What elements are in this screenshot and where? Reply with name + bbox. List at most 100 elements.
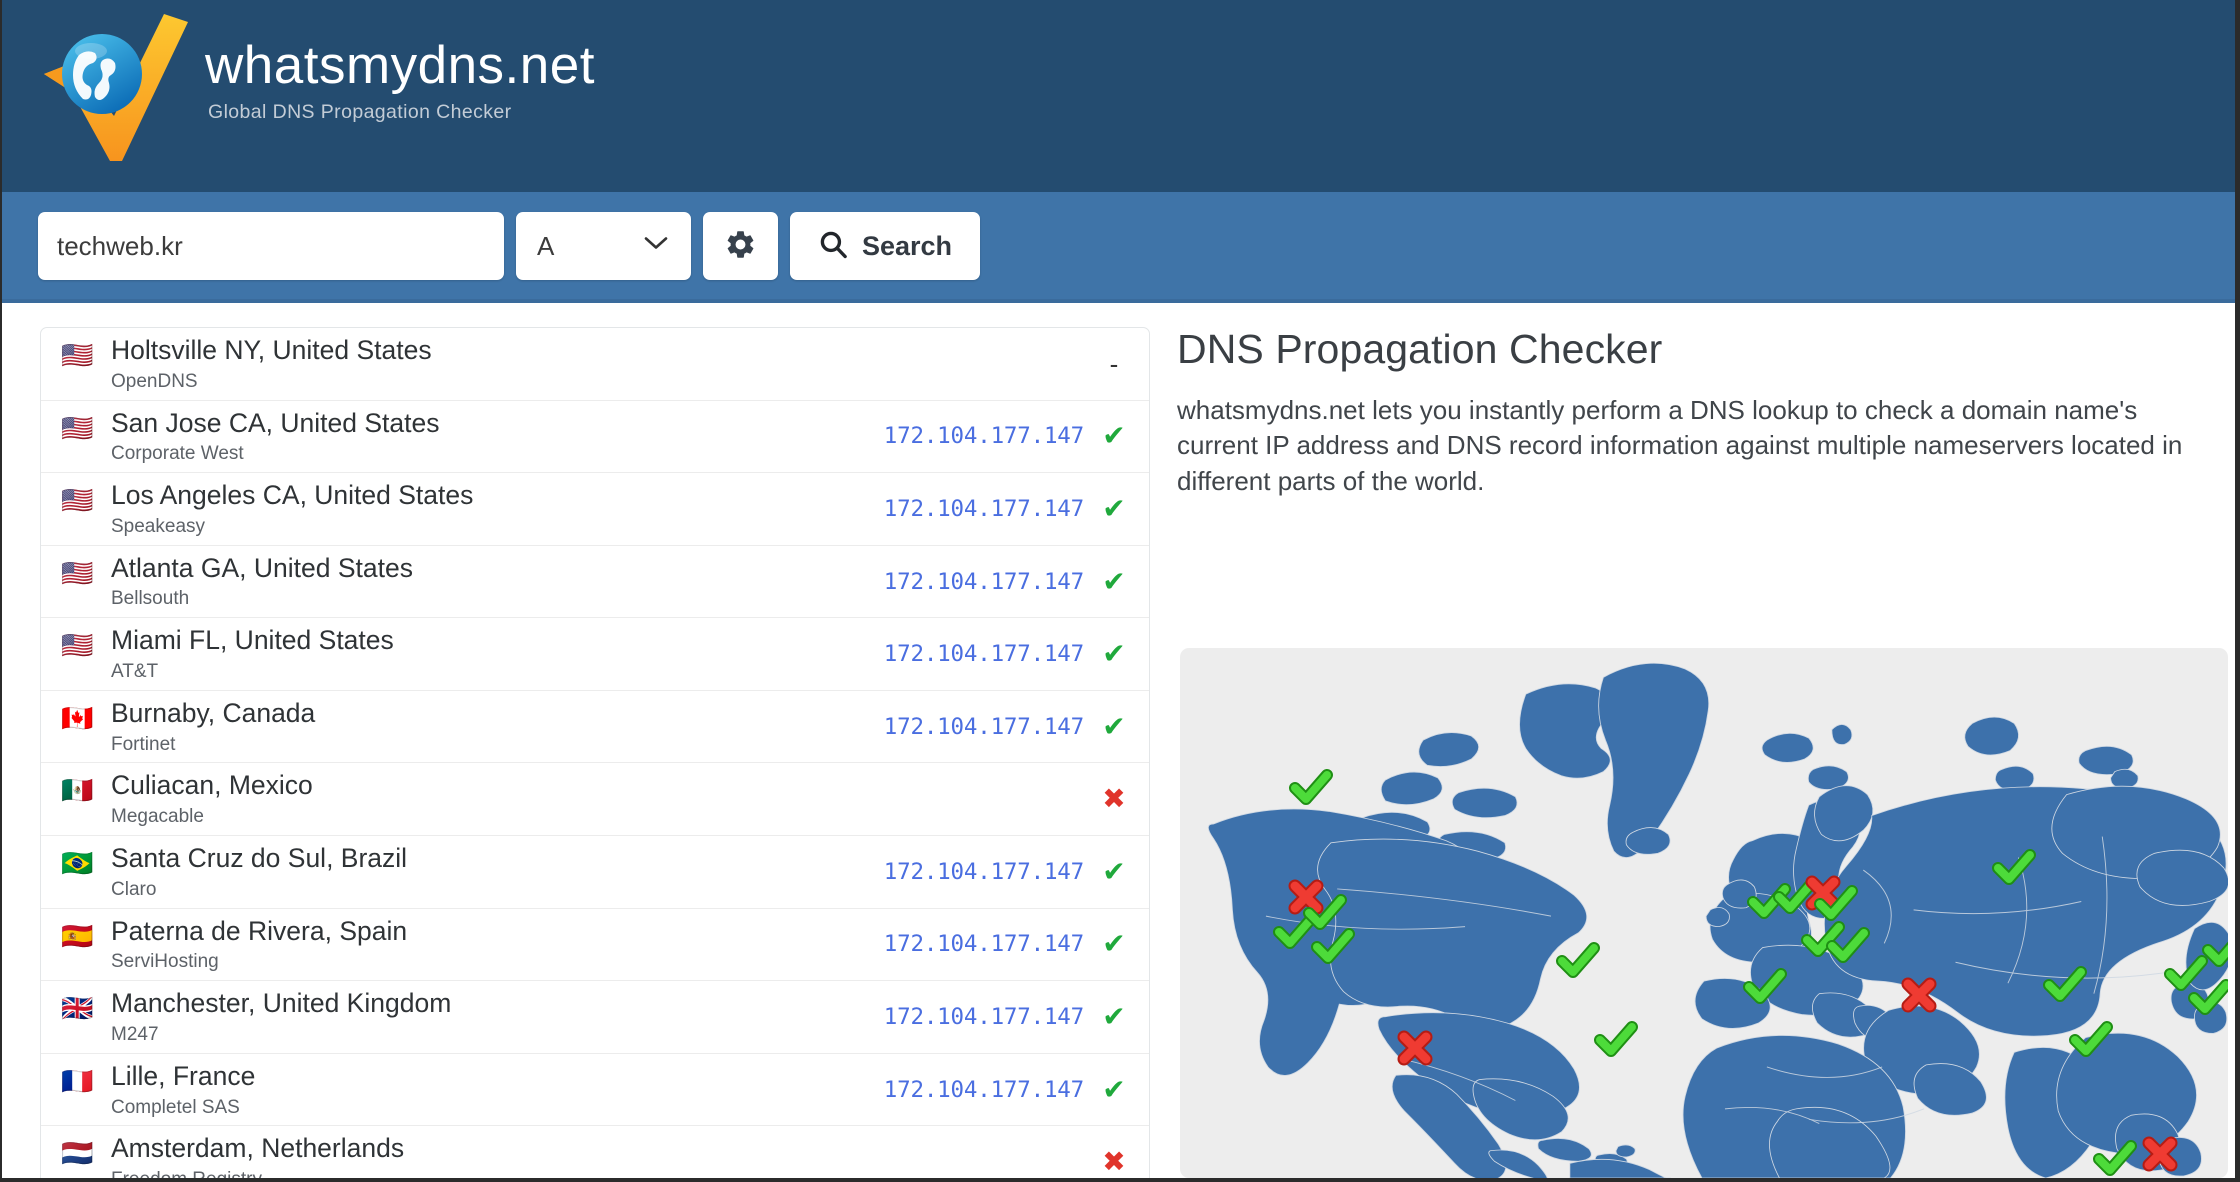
server-provider: Freedom Registry <box>111 1169 262 1182</box>
table-row[interactable]: 🇧🇷 Santa Cruz do Sul, Brazil Claro 172.104.… <box>41 836 1149 909</box>
marker-milan-check-icon[interactable] <box>1825 926 1870 966</box>
row-text-block: Lille, France Completel SAS <box>111 1061 255 1119</box>
row-text-block: Culiacan, Mexico Megacable <box>111 770 313 828</box>
status-badge: ✔ <box>1102 928 1126 960</box>
marker-turkey-cross-icon[interactable] <box>1899 975 1939 1015</box>
marker-japan-check-icon[interactable] <box>2201 930 2228 970</box>
status-badge: ✔ <box>1102 565 1126 597</box>
resolved-ip[interactable]: 172.104.177.147 <box>884 931 1084 957</box>
country-flag-icon: 🇺🇸 <box>61 557 94 588</box>
search-icon <box>818 229 849 263</box>
gear-icon <box>724 228 757 264</box>
resolved-ip[interactable]: 172.104.177.147 <box>884 859 1084 885</box>
row-result-block: 172.104.177.147 ✔ <box>884 1000 1127 1032</box>
row-result-block: 172.104.177.147 ✔ <box>884 640 1127 668</box>
table-row[interactable]: 🇳🇱 Amsterdam, Netherlands Freedom Registry… <box>41 1126 1149 1182</box>
marker-san-jose-check-icon[interactable] <box>1289 768 1333 808</box>
page-description: whatsmydns.net lets you instantly perfor… <box>1177 395 2183 496</box>
record-type-select[interactable]: A <box>516 212 691 280</box>
marker-india-check-icon[interactable] <box>2068 1020 2113 1060</box>
server-location: Atlanta GA, United States <box>111 552 413 583</box>
resolved-ip[interactable]: 172.104.177.147 <box>884 1004 1084 1030</box>
row-result-block: ✖ <box>1084 785 1127 813</box>
logo-text-block: whatsmydns.net Global DNS Propagation Ch… <box>205 39 595 134</box>
resolved-ip[interactable]: 172.104.177.147 <box>884 569 1084 595</box>
record-type-value: A <box>537 230 555 261</box>
marker-china-east-check-icon[interactable] <box>2188 978 2228 1018</box>
marker-sea-cross-icon[interactable] <box>2140 1134 2180 1174</box>
row-location-block: 🇳🇱 Amsterdam, Netherlands Freedom Registry <box>61 1133 1084 1182</box>
status-badge: ✔ <box>1102 710 1126 742</box>
status-badge: ✔ <box>1102 638 1126 670</box>
server-provider: ServiHosting <box>111 951 219 973</box>
row-result-block: 172.104.177.147 ✔ <box>884 710 1127 742</box>
server-location: Burnaby, Canada <box>111 697 316 728</box>
table-row[interactable]: 🇨🇦 Burnaby, Canada Fortinet 172.104.177.147… <box>41 691 1149 764</box>
row-location-block: 🇧🇷 Santa Cruz do Sul, Brazil Claro <box>61 843 884 901</box>
table-row[interactable]: 🇪🇸 Paterna de Rivera, Spain ServiHosting 17… <box>41 909 1149 982</box>
world-map-card[interactable] <box>1180 648 2228 1178</box>
server-location: Holtsville NY, United States <box>111 335 432 365</box>
table-row[interactable]: 🇺🇸 Los Angeles CA, United States Speakeasy… <box>41 473 1149 546</box>
country-flag-icon: 🇪🇸 <box>61 920 94 951</box>
table-row[interactable]: 🇺🇸 San Jose CA, United States Corporate We… <box>41 401 1149 474</box>
resolved-ip[interactable]: 172.104.177.147 <box>884 423 1084 449</box>
site-logo[interactable]: whatsmydns.net Global DNS Propagation Ch… <box>36 6 595 166</box>
table-row[interactable]: 🇫🇷 Lille, France Completel SAS 172.104.177.… <box>41 1054 1149 1127</box>
server-location: Santa Cruz do Sul, Brazil <box>111 843 408 874</box>
table-row[interactable]: 🇬🇧 Manchester, United Kingdom M247 172.104.… <box>41 981 1149 1054</box>
server-location: Miami FL, United States <box>111 625 394 656</box>
country-flag-icon: 🇺🇸 <box>61 485 94 516</box>
search-button-label: Search <box>861 230 953 261</box>
server-location: San Jose CA, United States <box>111 407 440 438</box>
logo-mark <box>36 6 191 166</box>
marker-atlanta-check-icon[interactable] <box>1556 941 1601 981</box>
row-text-block: Santa Cruz do Sul, Brazil Claro <box>111 843 407 901</box>
site-header: whatsmydns.net Global DNS Propagation Ch… <box>2 0 2235 192</box>
marker-west-3-check-icon[interactable] <box>1311 927 1355 967</box>
table-row[interactable]: 🇺🇸 Holtsville NY, United States OpenDNS - <box>41 328 1149 401</box>
globe-icon <box>62 34 142 114</box>
server-provider: Fortinet <box>111 733 176 755</box>
row-result-block: 172.104.177.147 ✔ <box>884 494 1127 523</box>
server-provider: Corporate West <box>111 443 244 465</box>
brand-title: whatsmydns.net <box>205 35 595 95</box>
status-badge: ✖ <box>1102 1146 1126 1178</box>
marker-spain-check-icon[interactable] <box>1742 967 1787 1007</box>
marker-culiacan-cross-icon[interactable] <box>1395 1028 1435 1068</box>
status-badge: - <box>1109 348 1119 379</box>
server-location: Amsterdam, Netherlands <box>111 1133 405 1164</box>
table-row[interactable]: 🇺🇸 Atlanta GA, United States Bellsouth 172.… <box>41 546 1149 619</box>
marker-russia-check-icon[interactable] <box>1992 848 2037 888</box>
status-badge: ✔ <box>1102 1000 1126 1032</box>
marker-central-asia-check-icon[interactable] <box>2042 965 2087 1005</box>
row-location-block: 🇪🇸 Paterna de Rivera, Spain ServiHosting <box>61 916 884 974</box>
server-provider: Megacable <box>111 806 204 828</box>
resolved-ip[interactable]: 172.104.177.147 <box>884 1077 1084 1103</box>
resolved-ip[interactable]: 172.104.177.147 <box>884 714 1084 740</box>
table-row[interactable]: 🇲🇽 Culiacan, Mexico Megacable ✖ <box>41 763 1149 837</box>
row-location-block: 🇫🇷 Lille, France Completel SAS <box>61 1061 884 1119</box>
search-button[interactable]: Search <box>790 212 980 280</box>
country-flag-icon: 🇺🇸 <box>61 630 94 661</box>
resolved-ip[interactable]: 172.104.177.147 <box>884 496 1084 522</box>
marker-miami-check-icon[interactable] <box>1593 1020 1638 1060</box>
row-text-block: Atlanta GA, United States Bellsouth <box>111 553 413 611</box>
server-location: Los Angeles CA, United States <box>111 480 474 511</box>
row-text-block: Amsterdam, Netherlands Freedom Registry <box>111 1133 405 1182</box>
row-location-block: 🇲🇽 Culiacan, Mexico Megacable <box>61 770 1084 828</box>
table-row[interactable]: 🇺🇸 Miami FL, United States AT&T 172.104.177… <box>41 618 1149 691</box>
results-list: 🇺🇸 Holtsville NY, United States OpenDNS - 🇺🇸… <box>40 327 1150 1182</box>
settings-button[interactable] <box>703 212 778 280</box>
server-location: Culiacan, Mexico <box>111 770 313 801</box>
row-location-block: 🇺🇸 Miami FL, United States AT&T <box>61 625 884 683</box>
domain-input[interactable] <box>38 212 504 280</box>
row-result-block: 172.104.177.147 ✔ <box>884 1075 1127 1104</box>
marker-sea-2-check-icon[interactable] <box>2092 1139 2137 1178</box>
resolved-ip[interactable]: 172.104.177.147 <box>884 641 1084 667</box>
row-text-block: Manchester, United Kingdom M247 <box>111 988 451 1046</box>
server-provider: Speakeasy <box>111 515 206 537</box>
main-content: 🇺🇸 Holtsville NY, United States OpenDNS - 🇺🇸… <box>2 307 2235 1178</box>
country-flag-icon: 🇫🇷 <box>61 1065 94 1096</box>
marker-lille-check-icon[interactable] <box>1814 884 1859 924</box>
